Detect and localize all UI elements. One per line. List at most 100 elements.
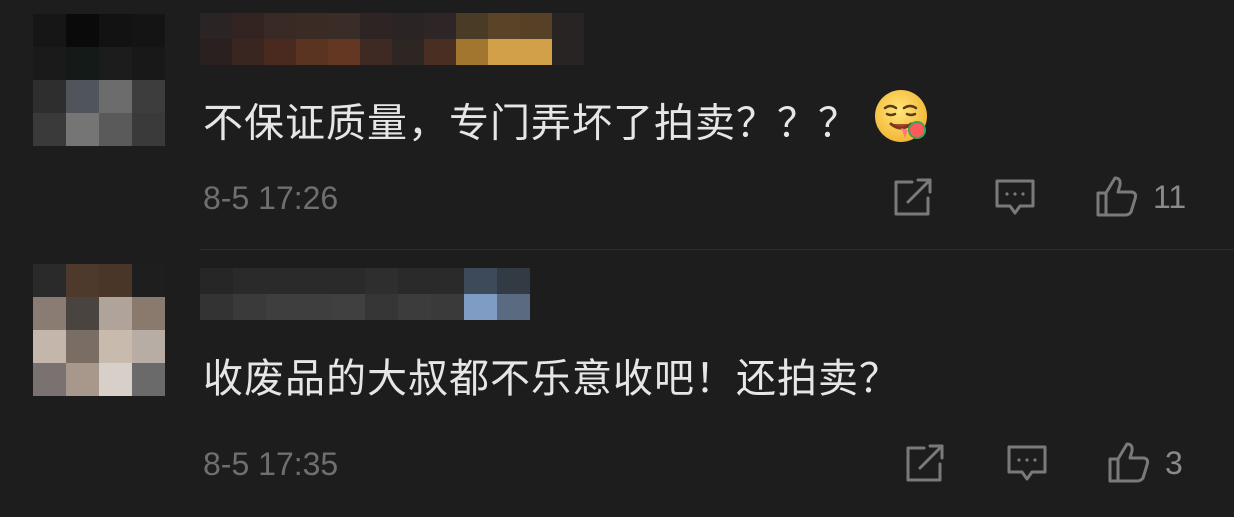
username-pixel bbox=[296, 39, 328, 65]
username-pixel bbox=[456, 39, 488, 65]
username-pixel bbox=[456, 13, 488, 39]
avatar-pixel bbox=[99, 113, 132, 146]
username-pixel bbox=[266, 294, 299, 320]
username-pixel bbox=[299, 268, 332, 294]
comment-item: 收废品的大叔都不乐意收吧！还拍卖？ 8-5 17:35 3 bbox=[0, 250, 1234, 517]
username-pixel bbox=[328, 39, 360, 65]
share-button[interactable] bbox=[904, 444, 946, 484]
username-pixel bbox=[497, 268, 530, 294]
avatar-pixel bbox=[66, 14, 99, 47]
username-pixel bbox=[552, 39, 584, 65]
avatar-pixel bbox=[132, 363, 165, 396]
username-pixel bbox=[299, 294, 332, 320]
username-pixel bbox=[392, 13, 424, 39]
username-pixel bbox=[233, 268, 266, 294]
comment-text: 不保证质量，专门弄坏了拍卖？？？ bbox=[203, 90, 931, 161]
username-pixel bbox=[232, 39, 264, 65]
username-pixel bbox=[266, 268, 299, 294]
comment-icon bbox=[995, 179, 1035, 215]
username-pixel bbox=[464, 294, 497, 320]
username-pixel bbox=[497, 294, 530, 320]
username-pixel bbox=[360, 39, 392, 65]
avatar-pixel bbox=[33, 363, 66, 396]
username-pixel bbox=[296, 13, 328, 39]
avatar-pixel bbox=[99, 363, 132, 396]
thumbs-up-icon bbox=[1096, 176, 1138, 217]
thumbs-up-icon bbox=[1108, 442, 1150, 483]
avatar-pixel bbox=[66, 363, 99, 396]
avatar[interactable] bbox=[33, 14, 165, 146]
avatar-pixel bbox=[99, 330, 132, 363]
share-icon bbox=[906, 444, 944, 482]
avatar-pixel bbox=[132, 80, 165, 113]
username-pixel bbox=[264, 13, 296, 39]
timestamp: 8-5 17:26 bbox=[203, 180, 339, 216]
avatar-pixel bbox=[33, 113, 66, 146]
username-pixel bbox=[200, 39, 232, 65]
avatar-pixel bbox=[132, 264, 165, 297]
username-pixel bbox=[200, 268, 233, 294]
avatar-pixel bbox=[33, 297, 66, 330]
username-pixel bbox=[200, 13, 232, 39]
share-icon bbox=[894, 178, 932, 216]
like-count: 3 bbox=[1165, 445, 1183, 481]
username-pixel bbox=[398, 268, 431, 294]
username-pixel bbox=[360, 13, 392, 39]
like-button[interactable]: 11 bbox=[1095, 175, 1186, 219]
username-pixel bbox=[464, 268, 497, 294]
username-pixel bbox=[431, 294, 464, 320]
username-pixel bbox=[392, 39, 424, 65]
username[interactable] bbox=[200, 13, 584, 65]
avatar-pixel bbox=[132, 113, 165, 146]
avatar-pixel bbox=[132, 297, 165, 330]
username-pixel bbox=[488, 39, 520, 65]
username-pixel bbox=[264, 39, 296, 65]
avatar-pixel bbox=[33, 47, 66, 80]
like-count: 11 bbox=[1153, 179, 1187, 215]
avatar-pixel bbox=[132, 330, 165, 363]
username-pixel bbox=[232, 13, 264, 39]
username-pixel bbox=[520, 13, 552, 39]
avatar[interactable] bbox=[33, 264, 165, 396]
reply-button[interactable] bbox=[1006, 444, 1048, 484]
avatar-pixel bbox=[99, 14, 132, 47]
avatar-pixel bbox=[99, 264, 132, 297]
username-pixel bbox=[200, 294, 233, 320]
avatar-pixel bbox=[66, 113, 99, 146]
username-pixel bbox=[332, 294, 365, 320]
avatar-pixel bbox=[66, 47, 99, 80]
username-pixel bbox=[424, 13, 456, 39]
username-pixel bbox=[488, 13, 520, 39]
avatar-pixel bbox=[33, 330, 66, 363]
avatar-pixel bbox=[66, 264, 99, 297]
drooling-emoji-icon bbox=[871, 86, 931, 157]
comment-text: 收废品的大叔都不乐意收吧！还拍卖？ bbox=[203, 356, 900, 402]
username[interactable] bbox=[200, 268, 530, 320]
username-pixel bbox=[424, 39, 456, 65]
username-pixel bbox=[365, 268, 398, 294]
comment-item: 不保证质量，专门弄坏了拍卖？？？ 8-5 17:26 11 bbox=[0, 0, 1234, 250]
reply-button[interactable] bbox=[994, 178, 1036, 218]
avatar-pixel bbox=[99, 47, 132, 80]
avatar-pixel bbox=[66, 80, 99, 113]
avatar-pixel bbox=[33, 14, 66, 47]
avatar-pixel bbox=[132, 14, 165, 47]
avatar-pixel bbox=[99, 80, 132, 113]
username-pixel bbox=[328, 13, 360, 39]
avatar-pixel bbox=[66, 330, 99, 363]
share-button[interactable] bbox=[892, 178, 934, 218]
avatar-pixel bbox=[33, 264, 66, 297]
username-pixel bbox=[398, 294, 431, 320]
avatar-pixel bbox=[66, 297, 99, 330]
username-pixel bbox=[365, 294, 398, 320]
like-button[interactable]: 3 bbox=[1107, 441, 1183, 485]
timestamp: 8-5 17:35 bbox=[203, 446, 339, 482]
avatar-pixel bbox=[33, 80, 66, 113]
comment-icon bbox=[1007, 445, 1047, 481]
avatar-pixel bbox=[99, 297, 132, 330]
username-pixel bbox=[431, 268, 464, 294]
username-pixel bbox=[520, 39, 552, 65]
username-pixel bbox=[233, 294, 266, 320]
username-pixel bbox=[332, 268, 365, 294]
username-pixel bbox=[552, 13, 584, 39]
